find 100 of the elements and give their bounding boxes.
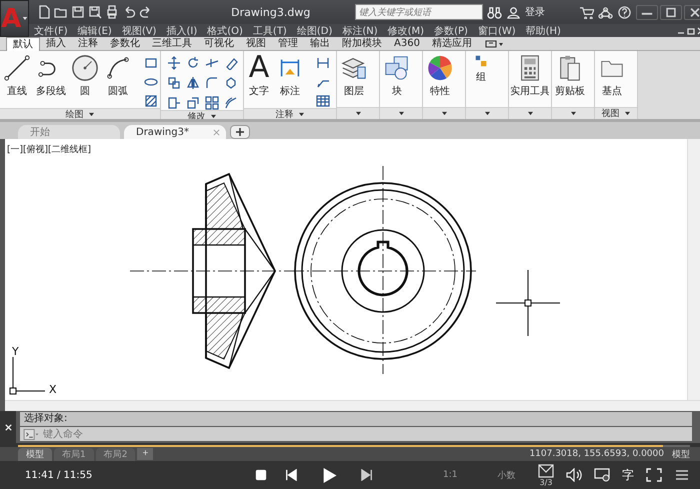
ribbon-tool-button[interactable]: 标注 [275, 54, 305, 98]
ribbon-tab[interactable]: 精选应用 [426, 37, 478, 50]
ribbon-tool-button[interactable]: 直线 [2, 54, 32, 98]
menu-item[interactable]: 格式(O) [202, 24, 248, 38]
ribbon-tab[interactable]: 三维工具 [146, 37, 198, 50]
ribbon-tool-button[interactable]: 多段线 [35, 54, 67, 98]
ribbon-tool-button[interactable]: A 文字 [246, 54, 272, 98]
menu-item[interactable]: 修改(M) [382, 24, 430, 38]
screencast-icon[interactable] [594, 468, 610, 482]
ribbon-tool-button[interactable]: 圆 [70, 54, 100, 98]
ribbon-tool-button[interactable]: 剪贴板 [554, 54, 586, 98]
panel-title[interactable]: 绘图 [66, 108, 84, 121]
help-icon[interactable] [617, 6, 632, 18]
ribbon-tab[interactable]: 可视化 [198, 37, 240, 50]
caret-icon[interactable] [22, 16, 28, 21]
menu-item[interactable]: 视图(V) [116, 24, 162, 38]
ribbon-tool-button[interactable]: 图层 [339, 54, 369, 98]
menu-item[interactable]: 参数(P) [429, 24, 473, 38]
ribbon-tool-button[interactable]: 基点 [597, 54, 627, 98]
mirror-icon[interactable] [186, 76, 200, 90]
ribbon-tab[interactable]: 参数化 [104, 37, 146, 50]
rotate-icon[interactable] [186, 56, 200, 70]
volume-icon[interactable] [566, 468, 582, 482]
eraser-icon[interactable] [224, 56, 238, 70]
caret-icon[interactable] [398, 111, 404, 116]
fullscreen-icon[interactable] [646, 468, 662, 482]
table-icon[interactable] [316, 94, 330, 108]
cart-icon[interactable] [579, 6, 594, 18]
save-icon[interactable] [71, 5, 86, 19]
new-tab-button-icon[interactable] [230, 125, 250, 139]
network-icon[interactable] [598, 6, 614, 18]
menu-item[interactable]: 帮助(H) [520, 24, 566, 38]
array-icon[interactable] [205, 96, 219, 110]
ribbon-tab[interactable]: 管理 [272, 37, 304, 50]
ribbon-tab[interactable]: 输出 [304, 37, 336, 50]
ribbon-tab[interactable]: 注释 [72, 37, 104, 50]
print-icon[interactable] [105, 5, 120, 19]
panel-toggle-icon[interactable] [484, 38, 504, 48]
dimension-line-icon[interactable] [316, 56, 330, 70]
menu-item[interactable]: 文件(F) [29, 24, 73, 38]
caret-icon[interactable] [570, 111, 576, 116]
close-icon[interactable] [684, 4, 700, 20]
ribbon-tab[interactable]: 插入 [40, 37, 72, 50]
units-button[interactable]: 小数 [497, 468, 516, 482]
caret-icon[interactable] [624, 111, 630, 116]
command-prompt-icon[interactable] [23, 428, 39, 440]
caret-icon[interactable] [526, 111, 534, 116]
playlist-icon[interactable] [538, 464, 554, 478]
caret-icon[interactable] [484, 111, 490, 116]
caret-icon[interactable] [354, 111, 362, 116]
explode-icon[interactable] [224, 76, 238, 90]
layout-tab[interactable]: 模型 [18, 448, 52, 460]
caret-icon[interactable] [298, 112, 304, 117]
menu-icon[interactable] [674, 468, 690, 482]
ribbon-tab[interactable]: 默认 [6, 36, 40, 50]
caret-icon[interactable] [440, 111, 448, 116]
document-tab[interactable]: Drawing3* [124, 125, 226, 139]
next-icon[interactable] [361, 469, 373, 481]
offset-icon[interactable] [224, 96, 238, 110]
minimize-icon[interactable] [636, 4, 658, 20]
horizontal-scrollbar[interactable] [5, 400, 700, 411]
menu-item[interactable]: 插入(I) [161, 24, 202, 38]
copy-icon[interactable] [167, 76, 181, 90]
menu-item[interactable]: 编辑(E) [72, 24, 117, 38]
menu-item[interactable]: 标注(N) [337, 24, 383, 38]
rectangle-icon[interactable] [144, 56, 158, 70]
menu-item[interactable]: 窗口(W) [472, 24, 521, 38]
model-space-button[interactable]: 模型 [666, 448, 700, 460]
ribbon-tool-button[interactable]: 圆弧 [103, 54, 133, 98]
fillet-icon[interactable] [205, 76, 219, 90]
stretch-icon[interactable] [167, 96, 181, 110]
viewport-label[interactable]: [一][俯视][二维线框] [7, 143, 92, 156]
ribbon-tool-button[interactable]: 特性 [425, 54, 455, 98]
ribbon-tab[interactable]: A360 [388, 37, 426, 50]
hatch-icon[interactable] [144, 94, 158, 108]
subtitles-button[interactable]: 字 [622, 466, 634, 484]
ribbon-tool-button[interactable]: 块 [382, 54, 412, 98]
add-layout-button[interactable]: + [137, 448, 154, 460]
new-file-icon[interactable] [37, 5, 52, 19]
trim-icon[interactable] [205, 56, 219, 70]
document-window-controls-icon[interactable] [676, 26, 700, 36]
user-icon[interactable] [506, 6, 522, 18]
binoculars-icon[interactable] [487, 6, 502, 18]
search-field[interactable]: 键入关键字或短语 [355, 4, 484, 20]
caret-icon[interactable] [88, 112, 94, 117]
stop-icon[interactable] [255, 469, 267, 481]
menu-item[interactable]: 工具(T) [248, 24, 292, 38]
sign-in-link[interactable]: 登录 [525, 5, 546, 19]
vertical-scrollbar[interactable] [687, 139, 700, 401]
maximize-icon[interactable] [660, 4, 682, 20]
ribbon-tab[interactable]: 视图 [240, 37, 272, 50]
menu-item[interactable]: 绘图(D) [292, 24, 338, 38]
previous-icon[interactable] [285, 469, 297, 481]
annotation-scale-button[interactable]: 1:1 [443, 470, 458, 480]
move-icon[interactable] [167, 56, 181, 70]
ribbon-tab[interactable]: 附加模块 [336, 37, 388, 50]
scale-icon[interactable] [186, 96, 200, 110]
ribbon-tool-button[interactable]: 组 [468, 54, 494, 84]
drawing-canvas[interactable]: [一][俯视][二维线框] Y X [5, 139, 700, 411]
save-as-icon[interactable] [88, 5, 102, 19]
